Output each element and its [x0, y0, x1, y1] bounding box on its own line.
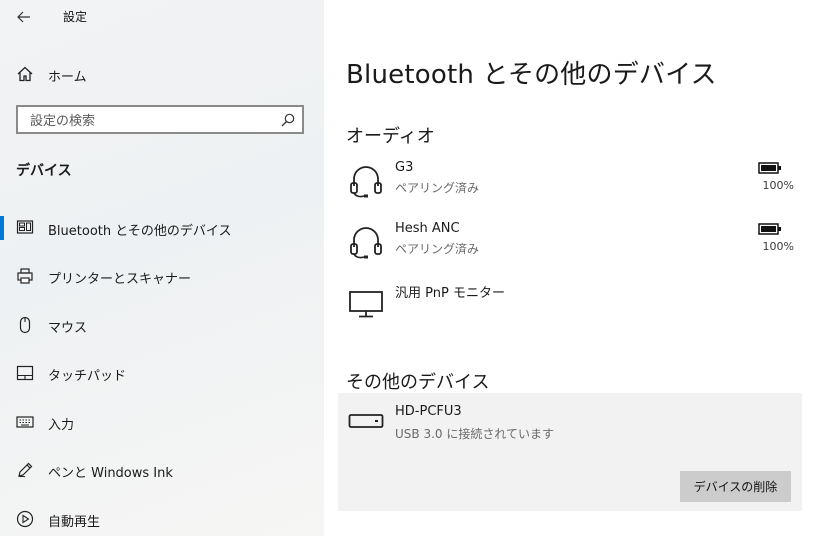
- back-arrow-icon: [17, 11, 30, 23]
- battery-percent: 100%: [762, 240, 794, 253]
- sidebar-item-touchpad[interactable]: タッチパッド: [0, 353, 324, 393]
- sidebar-item-home[interactable]: ホーム: [0, 60, 324, 88]
- sidebar-item-pen[interactable]: ペンと Windows Ink: [0, 450, 324, 490]
- battery-percent: 100%: [762, 179, 794, 192]
- printer-icon: [17, 268, 33, 284]
- device-status: ペアリング済み: [395, 181, 480, 195]
- settings-sidebar: 設定 ホーム デバイス Bluetooth とその他のデバイス プリンター: [0, 0, 324, 536]
- battery-icon: [758, 223, 781, 235]
- sidebar-section-title: デバイス: [16, 163, 72, 179]
- sidebar-item-label: 自動再生: [48, 515, 101, 530]
- device-name: HD-PCFU3: [395, 404, 462, 419]
- device-pnp-monitor[interactable]: 汎用 PnP モニター: [338, 282, 802, 338]
- sidebar-item-label: Bluetooth とその他のデバイス: [48, 224, 232, 239]
- bluetooth-devices-icon: [16, 220, 34, 234]
- sidebar-item-printers[interactable]: プリンターとスキャナー: [0, 256, 324, 296]
- sidebar-item-mouse[interactable]: マウス: [0, 305, 324, 345]
- battery-icon: [758, 162, 781, 174]
- device-name: 汎用 PnP モニター: [395, 286, 505, 301]
- back-button[interactable]: [12, 5, 36, 29]
- remove-device-button[interactable]: デバイスの削除: [680, 471, 791, 502]
- page-title: Bluetooth とその他のデバイス: [346, 60, 717, 90]
- monitor-icon: [349, 291, 383, 318]
- sidebar-item-label: ペンと Windows Ink: [48, 466, 173, 481]
- sidebar-item-typing[interactable]: 入力: [0, 402, 324, 442]
- autoplay-icon: [16, 510, 34, 528]
- audio-section-title: オーディオ: [346, 126, 435, 147]
- sidebar-item-label: ホーム: [48, 70, 87, 85]
- sidebar-item-label: 入力: [48, 418, 75, 433]
- search-input[interactable]: [28, 111, 272, 131]
- main-content: Bluetooth とその他のデバイス オーディオ G3 ペアリング済み 100…: [324, 0, 822, 536]
- home-icon: [17, 66, 33, 82]
- sidebar-item-bluetooth[interactable]: Bluetooth とその他のデバイス: [0, 208, 324, 248]
- sidebar-item-label: タッチパッド: [48, 369, 127, 384]
- touchpad-icon: [16, 365, 34, 381]
- device-g3[interactable]: G3 ペアリング済み 100%: [338, 160, 802, 216]
- device-name: Hesh ANC: [395, 221, 460, 236]
- device-status: ペアリング済み: [395, 242, 480, 256]
- app-title: 設定: [63, 10, 88, 24]
- search-icon[interactable]: [280, 112, 296, 128]
- device-name: G3: [395, 160, 414, 175]
- headset-icon: [350, 227, 382, 259]
- settings-search-box[interactable]: [16, 105, 304, 134]
- selection-indicator: [0, 216, 4, 240]
- headset-icon: [350, 166, 382, 198]
- keyboard-icon: [16, 416, 34, 428]
- device-hd-pcfu3[interactable]: HD-PCFU3 USB 3.0 に接続されています デバイスの削除: [338, 393, 802, 511]
- sidebar-item-autoplay[interactable]: 自動再生: [0, 499, 324, 536]
- title-bar: 設定: [0, 0, 324, 34]
- pen-icon: [18, 462, 33, 478]
- sidebar-item-label: プリンターとスキャナー: [48, 272, 192, 287]
- sidebar-item-label: マウス: [48, 321, 88, 336]
- device-status: USB 3.0 に接続されています: [395, 427, 554, 441]
- mouse-icon: [19, 316, 31, 334]
- usb-drive-icon: [348, 414, 384, 428]
- device-hesh-anc[interactable]: Hesh ANC ペアリング済み 100%: [338, 221, 802, 277]
- other-devices-section-title: その他のデバイス: [346, 372, 490, 393]
